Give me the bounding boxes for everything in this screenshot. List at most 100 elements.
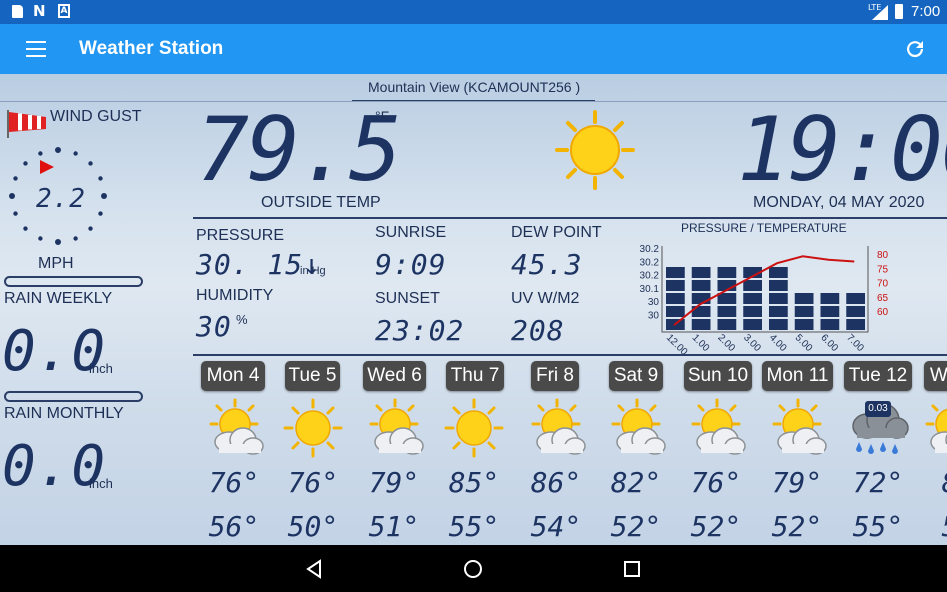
forecast-day-label[interactable]: Sat 9	[609, 361, 663, 391]
overview-icon[interactable]	[623, 560, 641, 578]
forecast-day-label[interactable]: Fri 8	[531, 361, 579, 391]
sunset-value: 23:02	[375, 314, 465, 347]
chart-y-left-tick: 30.2	[640, 244, 660, 255]
navigation-bar	[0, 545, 947, 592]
chart-pressure-bar	[691, 293, 711, 304]
station-name[interactable]: Mountain View (KCAMOUNT256 )	[368, 79, 580, 95]
chart-pressure-bar	[769, 267, 788, 278]
chart-y-left-tick: 30.2	[640, 257, 660, 268]
chart-y-left-tick: 30	[648, 311, 660, 322]
partly-cloudy-icon	[601, 396, 671, 460]
forecast-day-label[interactable]: Tue 12	[844, 361, 912, 391]
chart-pressure-bar	[666, 280, 685, 291]
chart-pressure-bar	[691, 267, 711, 278]
sd-card-icon	[12, 5, 23, 18]
partly-cloudy-icon	[681, 396, 751, 460]
chart-pressure-bar	[820, 306, 840, 317]
forecast-high-temp: 76°	[690, 466, 742, 499]
chart-y-left-tick: 30.2	[640, 271, 660, 282]
chart-pressure-bar	[769, 306, 788, 317]
forecast-day-label[interactable]: We	[924, 361, 947, 391]
forecast-low-temp: 55°	[852, 510, 904, 543]
back-icon[interactable]	[305, 559, 323, 579]
wind-unit: MPH	[38, 255, 74, 272]
rain-weekly-label: RAIN WEEKLY	[4, 290, 113, 307]
clock-date: MONDAY, 04 MAY 2020	[753, 194, 925, 211]
forecast-day-label[interactable]: Thu 7	[446, 361, 504, 391]
app-title: Weather Station	[79, 38, 224, 59]
forecast-high-temp: 82°	[610, 466, 662, 499]
chart-pressure-bar	[769, 293, 788, 304]
outside-temp-unit: °F	[375, 108, 390, 124]
chart-pressure-bar	[691, 280, 711, 291]
chart-pressure-bar	[794, 319, 814, 330]
forecast-day-label[interactable]: Tue 5	[285, 361, 340, 391]
chart-pressure-bar	[794, 306, 814, 317]
chart-y-right-tick: 70	[877, 279, 889, 290]
chart-x-tick: 3.00	[741, 332, 763, 354]
chart-x-tick: 5.00	[793, 332, 815, 354]
rain-amount-badge: 0.03	[865, 401, 891, 417]
rain-weekly-unit: inch	[89, 361, 113, 376]
wind-gauge-bar	[4, 276, 143, 287]
main-content: Mountain View (KCAMOUNT256 ) WIND GUST 2…	[0, 74, 947, 545]
forecast-high-temp: 76°	[287, 466, 339, 499]
battery-icon	[895, 4, 903, 19]
rain-weekly-bar	[4, 391, 143, 402]
dew-point-label: DEW POINT	[511, 224, 602, 241]
wind-value: 2.2	[36, 184, 86, 214]
home-icon[interactable]	[463, 559, 483, 579]
uv-label: UV W/M2	[511, 290, 580, 307]
forecast-day-label[interactable]: Mon 11	[762, 361, 833, 391]
forecast-low-temp: 52°	[771, 510, 823, 543]
status-time: 7:00	[911, 3, 941, 20]
forecast-high-temp: 72°	[852, 466, 904, 499]
forecast-divider	[193, 354, 947, 356]
forecast-day-label[interactable]: Sun 10	[684, 361, 752, 391]
chart-x-tick: 7.00	[844, 332, 866, 354]
dew-point-value: 45.3	[511, 248, 583, 281]
chart-pressure-bar	[846, 319, 865, 330]
forecast-high-temp: 85°	[448, 466, 500, 499]
forecast-low-temp: 52°	[610, 510, 662, 543]
chart-pressure-bar	[717, 293, 737, 304]
chart-pressure-bar	[846, 293, 865, 304]
chart-y-left-tick: 30	[648, 297, 660, 308]
humidity-label: HUMIDITY	[196, 287, 274, 304]
chart-y-left-tick: 30.1	[640, 284, 660, 295]
status-bar: N A LTE 7:00	[0, 0, 947, 24]
chart-pressure-bar	[743, 306, 762, 317]
current-sunny-icon	[555, 110, 635, 190]
clock-time: 19:00	[737, 98, 947, 201]
wind-label: WIND GUST	[50, 108, 142, 125]
chart-y-right-tick: 75	[877, 264, 889, 275]
partly-cloudy-icon	[359, 396, 429, 460]
forecast-high-temp: 8	[910, 466, 947, 499]
chart-pressure-bar	[743, 293, 762, 304]
chart-pressure-bar	[743, 280, 762, 291]
pressure-label: PRESSURE	[196, 227, 285, 244]
forecast-high-temp: 79°	[368, 466, 420, 499]
a-notification-icon: A	[58, 4, 70, 18]
menu-icon[interactable]	[26, 41, 46, 57]
forecast-low-temp: 51°	[368, 510, 420, 543]
signal-icon	[872, 5, 888, 20]
forecast-low-temp: 50°	[287, 510, 339, 543]
uv-value: 208	[511, 314, 565, 347]
forecast-high-temp: 86°	[530, 466, 582, 499]
forecast-low-temp: 5	[910, 510, 947, 543]
forecast-day-label[interactable]: Mon 4	[201, 361, 265, 391]
forecast-day-label[interactable]: Wed 6	[363, 361, 426, 391]
chart-y-right-tick: 60	[877, 307, 889, 318]
chart-x-tick: 6.00	[818, 332, 840, 354]
chart-x-tick: 1.00	[690, 332, 712, 354]
chart-pressure-bar	[743, 319, 762, 330]
refresh-icon[interactable]	[903, 37, 927, 61]
sunny-icon	[278, 396, 348, 460]
sunny-icon	[439, 396, 509, 460]
chart-pressure-bar	[717, 267, 737, 278]
partly-cloudy-icon	[521, 396, 591, 460]
chart-y-right-tick: 80	[877, 250, 889, 261]
chart-y-right-tick: 65	[877, 293, 889, 304]
chart-pressure-bar	[794, 293, 814, 304]
